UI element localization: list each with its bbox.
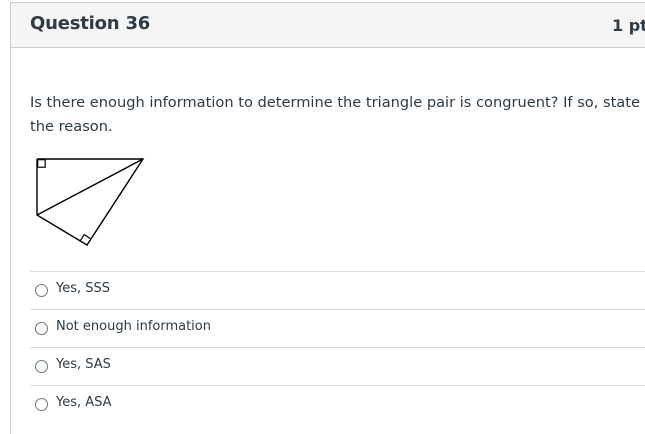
radio-button[interactable] <box>35 322 48 335</box>
answer-label: Yes, SAS <box>56 357 111 372</box>
radio-button[interactable] <box>35 398 48 411</box>
question-title: Question 36 <box>30 13 151 34</box>
quiz-page: Question 36 1 pts Is there enough inform… <box>0 0 645 434</box>
right-angle-marker-bottom <box>79 233 91 242</box>
answer-option-3[interactable]: Yes, SAS <box>30 347 645 385</box>
answer-option-2[interactable]: Not enough information <box>30 309 645 347</box>
question-text: Is there enough information to determine… <box>30 94 640 135</box>
triangle-pair-figure <box>36 158 145 246</box>
question-header: Question 36 1 pts <box>11 3 645 48</box>
question-card: Question 36 1 pts Is there enough inform… <box>10 2 645 434</box>
outer-triangle-outline <box>36 158 145 246</box>
right-angle-marker-top <box>37 159 46 168</box>
answer-list: Yes, SSS Not enough information Yes, SAS… <box>30 271 645 423</box>
radio-button[interactable] <box>35 284 48 297</box>
answer-label: Yes, SSS <box>56 281 111 296</box>
answer-option-4[interactable]: Yes, ASA <box>30 385 645 423</box>
answer-label: Yes, ASA <box>56 395 112 410</box>
answer-label: Not enough information <box>56 319 211 334</box>
radio-button[interactable] <box>35 360 48 373</box>
question-points: 1 pts <box>612 16 645 35</box>
answer-option-1[interactable]: Yes, SSS <box>30 271 645 309</box>
shared-diagonal <box>36 158 144 216</box>
